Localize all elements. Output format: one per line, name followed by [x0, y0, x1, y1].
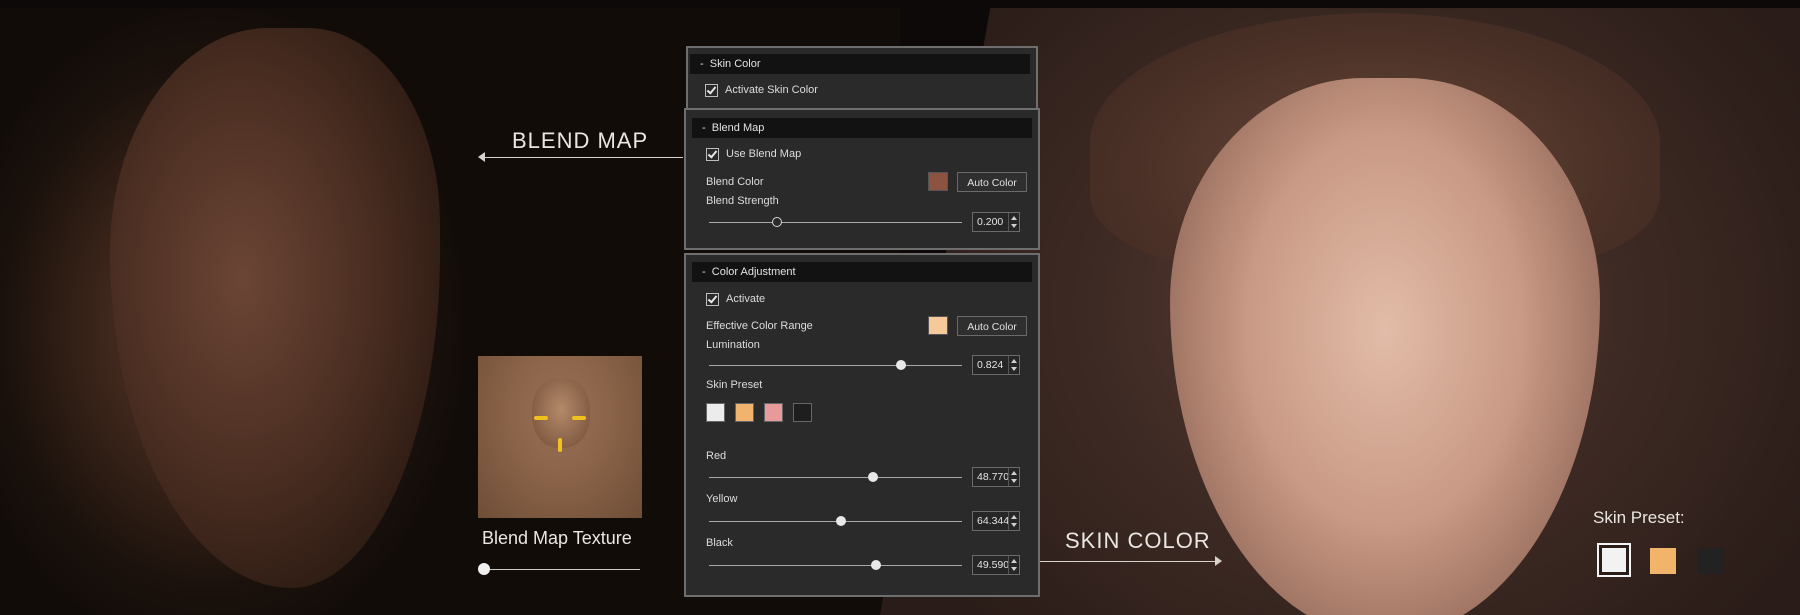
skin-preset-swatch[interactable] [793, 403, 812, 422]
skin-preset-swatch[interactable] [764, 403, 783, 422]
texture-stripe-left [534, 416, 548, 420]
skin-color-panel: - Skin Color Activate Skin Color [686, 46, 1038, 116]
color-adjustment-panel: - Color Adjustment Activate Effective Co… [684, 253, 1040, 597]
blend-map-arrow-icon [478, 152, 485, 162]
effective-color-range-label: Effective Color Range [706, 320, 813, 332]
skin-color-callout: SKIN COLOR [1065, 528, 1211, 553]
activate-color-adjustment-checkbox[interactable] [706, 293, 719, 306]
black-slider-track[interactable] [709, 565, 962, 566]
skin-color-callout-line [1035, 561, 1215, 562]
blend-color-swatch[interactable] [928, 172, 948, 191]
red-slider-handle[interactable] [868, 472, 879, 482]
activate-color-adjustment-label: Activate [726, 293, 766, 305]
blend-color-label: Blend Color [706, 176, 764, 188]
skin-preset-option[interactable] [1650, 548, 1676, 574]
hero-stage: BLEND MAP Blend Map Texture SKIN COLOR S… [0, 8, 1800, 615]
spin-arrows-icon[interactable] [1008, 468, 1019, 486]
yellow-slider-handle[interactable] [835, 516, 846, 526]
skin-color-header[interactable]: - Skin Color [690, 54, 1030, 74]
red-spinbox[interactable]: 48.770 [972, 467, 1020, 487]
lumination-slider-track[interactable] [709, 365, 962, 366]
blend-auto-color-button[interactable]: Auto Color [957, 172, 1027, 192]
blend-strength-slider-track[interactable] [709, 222, 962, 223]
color-adjustment-header[interactable]: - Color Adjustment [692, 262, 1032, 282]
blend-map-texture [478, 356, 642, 518]
black-spinbox[interactable]: 49.590 [972, 555, 1020, 575]
collapse-icon: - [702, 266, 712, 278]
yellow-spinbox[interactable]: 64.344 [972, 511, 1020, 531]
blend-strength-slider-handle[interactable] [772, 217, 783, 227]
activate-skin-color-checkbox[interactable] [705, 84, 718, 97]
right-portrait [1170, 78, 1600, 615]
black-slider-handle[interactable] [870, 560, 881, 570]
red-label: Red [706, 450, 727, 462]
skin-color-arrow-icon [1215, 556, 1222, 566]
skin-preset-swatch[interactable] [735, 403, 754, 422]
black-label: Black [706, 537, 733, 549]
effective-auto-color-button[interactable]: Auto Color [957, 316, 1027, 336]
blend-map-texture-label: Blend Map Texture [482, 528, 632, 548]
effective-color-swatch[interactable] [928, 316, 948, 335]
texture-slider-handle[interactable] [478, 563, 490, 575]
blend-map-callout-line [483, 157, 683, 158]
use-blend-map-label: Use Blend Map [726, 148, 802, 160]
texture-stripe-right [572, 416, 586, 420]
lumination-slider-handle[interactable] [896, 360, 907, 370]
skin-preset-option[interactable] [1597, 543, 1631, 577]
use-blend-map-checkbox[interactable] [706, 148, 719, 161]
red-slider-track[interactable] [709, 477, 962, 478]
skin-preset-swatch[interactable] [706, 403, 725, 422]
skin-preset-label: Skin Preset [706, 379, 763, 391]
lumination-spinbox[interactable]: 0.824 [972, 355, 1020, 375]
activate-skin-color-label: Activate Skin Color [725, 84, 818, 96]
lumination-label: Lumination [706, 339, 760, 351]
blend-strength-label: Blend Strength [706, 195, 779, 207]
blend-map-callout: BLEND MAP [512, 128, 649, 153]
spin-arrows-icon[interactable] [1008, 213, 1019, 231]
texture-slider-track[interactable] [484, 569, 640, 570]
spin-arrows-icon[interactable] [1008, 556, 1019, 574]
blend-strength-spinbox[interactable]: 0.200 [972, 212, 1020, 232]
spin-arrows-icon[interactable] [1008, 356, 1019, 374]
collapse-icon: - [700, 58, 710, 70]
blend-map-panel: - Blend Map Use Blend Map Blend Color Au… [684, 108, 1040, 250]
texture-stripe-chin [558, 438, 562, 452]
skin-preset-option[interactable] [1698, 548, 1724, 574]
yellow-label: Yellow [706, 493, 738, 505]
skin-preset-callout: Skin Preset: [1593, 508, 1685, 527]
spin-arrows-icon[interactable] [1008, 512, 1019, 530]
blend-map-header[interactable]: - Blend Map [692, 118, 1032, 138]
collapse-icon: - [702, 122, 712, 134]
